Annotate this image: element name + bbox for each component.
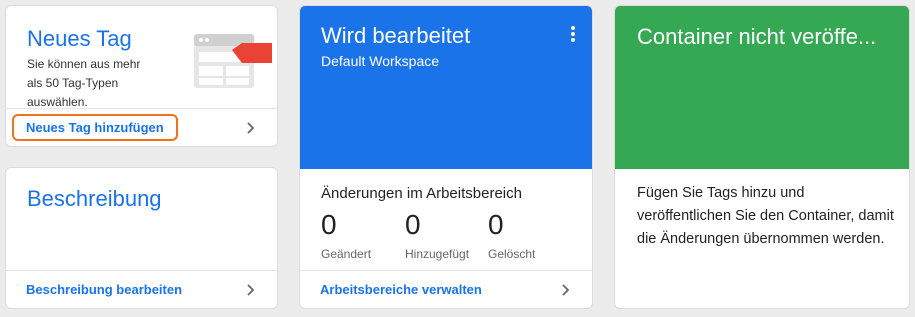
stat-added-value: 0 — [405, 209, 421, 240]
stat-modified-label: Geändert — [321, 247, 372, 261]
stat-added: 0 Hinzugefügt — [405, 209, 469, 261]
chevron-right-icon[interactable] — [243, 121, 257, 135]
manage-workspaces-row[interactable]: Arbeitsbereiche verwalten — [300, 270, 592, 308]
new-tag-description: Sie können aus mehr als 50 Tag-Typen aus… — [27, 57, 141, 109]
new-tag-card: Neues Tag Sie können aus mehr als 50 Tag… — [5, 5, 278, 147]
add-new-tag-label: Neues Tag hinzufügen — [26, 120, 164, 135]
stat-modified: 0 Geändert — [321, 209, 371, 261]
stat-deleted-label: Gelöscht — [488, 247, 536, 261]
workspace-title: Wird bearbeitet — [321, 23, 471, 48]
container-header: Container nicht veröffe... — [615, 6, 909, 169]
container-message: Fügen Sie Tags hinzu und veröffentlichen… — [637, 185, 894, 247]
chevron-right-icon[interactable] — [558, 283, 572, 297]
stat-added-label: Hinzugefügt — [405, 247, 470, 261]
workspace-changes-title: Änderungen im Arbeitsbereich — [321, 185, 522, 202]
add-new-tag-row[interactable]: Neues Tag hinzufügen — [6, 108, 277, 146]
workspace-name: Default Workspace — [321, 53, 440, 69]
stat-deleted: 0 Gelöscht — [488, 209, 535, 261]
workspace-header: Wird bearbeitet Default Workspace — [300, 6, 592, 169]
stat-deleted-value: 0 — [488, 209, 504, 240]
description-title: Beschreibung — [27, 186, 162, 211]
tag-illustration-icon — [194, 34, 274, 95]
chevron-right-icon[interactable] — [243, 283, 257, 297]
new-tag-title: Neues Tag — [27, 26, 132, 51]
edit-description-link[interactable]: Beschreibung bearbeiten — [26, 282, 182, 297]
manage-workspaces-link[interactable]: Arbeitsbereiche verwalten — [320, 282, 482, 297]
description-card: Beschreibung Beschreibung bearbeiten — [5, 167, 278, 309]
add-new-tag-button[interactable]: Neues Tag hinzufügen — [12, 114, 178, 141]
more-vert-icon[interactable] — [570, 26, 576, 42]
container-status-title: Container nicht veröffe... — [637, 24, 877, 49]
stat-modified-value: 0 — [321, 209, 337, 240]
workspace-card: Wird bearbeitet Default Workspace Änderu… — [299, 5, 593, 309]
edit-description-row[interactable]: Beschreibung bearbeiten — [6, 270, 277, 308]
container-card: Container nicht veröffe... Fügen Sie Tag… — [614, 5, 910, 309]
